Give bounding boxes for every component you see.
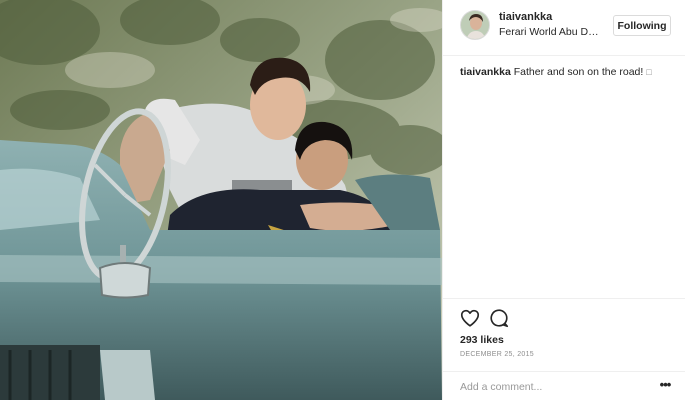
- avatar[interactable]: [460, 10, 490, 40]
- speech-bubble-icon[interactable]: [488, 307, 510, 329]
- heart-outline-icon[interactable]: [459, 307, 481, 329]
- caption-text: Father and son on the road!: [510, 66, 647, 78]
- post-photo[interactable]: [0, 0, 442, 400]
- comment-section: •••: [443, 371, 685, 400]
- post-sidebar: tiaivankka Ferari World Abu Dh... Follow…: [442, 0, 685, 400]
- caption-emoji: □: [646, 67, 652, 77]
- likes-count[interactable]: 293 likes: [460, 334, 504, 346]
- post-header: tiaivankka Ferari World Abu Dh... Follow…: [443, 0, 685, 56]
- post-date: DECEMBER 25, 2015: [460, 351, 534, 358]
- post-actions: 293 likes DECEMBER 25, 2015 •••: [443, 298, 685, 400]
- following-button[interactable]: Following: [613, 15, 671, 36]
- username-link[interactable]: tiaivankka: [499, 11, 552, 23]
- location-link[interactable]: Ferari World Abu Dh...: [499, 26, 599, 38]
- caption-username[interactable]: tiaivankka: [460, 66, 511, 78]
- more-options-icon[interactable]: •••: [657, 378, 673, 396]
- comment-input[interactable]: [460, 378, 640, 396]
- photo-scene: [0, 0, 442, 400]
- post-caption: tiaivankka Father and son on the road! □: [460, 65, 675, 79]
